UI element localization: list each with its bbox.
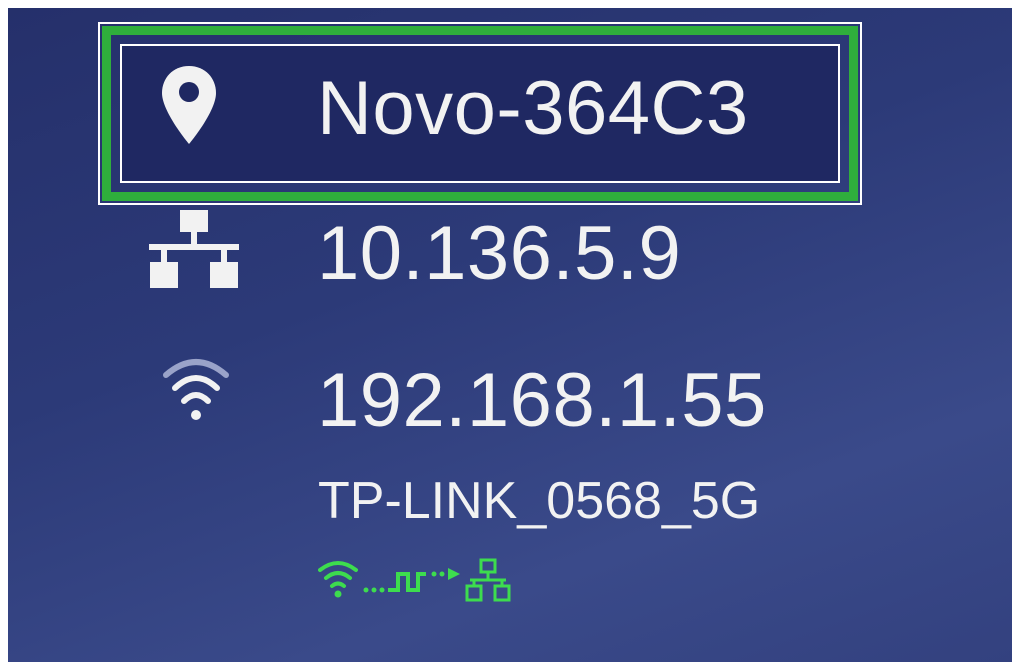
- screen: Novo-364C3 10.136.5.9 192.168.1.55 TP-LI…: [0, 0, 1017, 662]
- wifi-ip-address: 192.168.1.55: [317, 358, 767, 443]
- network-icon: [149, 210, 239, 288]
- lan-ip-address: 10.136.5.9: [317, 211, 682, 296]
- info-panel: Novo-364C3 10.136.5.9 192.168.1.55 TP-LI…: [8, 8, 1012, 662]
- wifi-to-network-bridge-icon: [318, 558, 511, 602]
- device-name: Novo-364C3: [317, 66, 749, 151]
- location-pin-icon: [162, 66, 216, 144]
- wifi-ssid: TP-LINK_0568_5G: [318, 472, 761, 530]
- wifi-icon: [163, 359, 229, 420]
